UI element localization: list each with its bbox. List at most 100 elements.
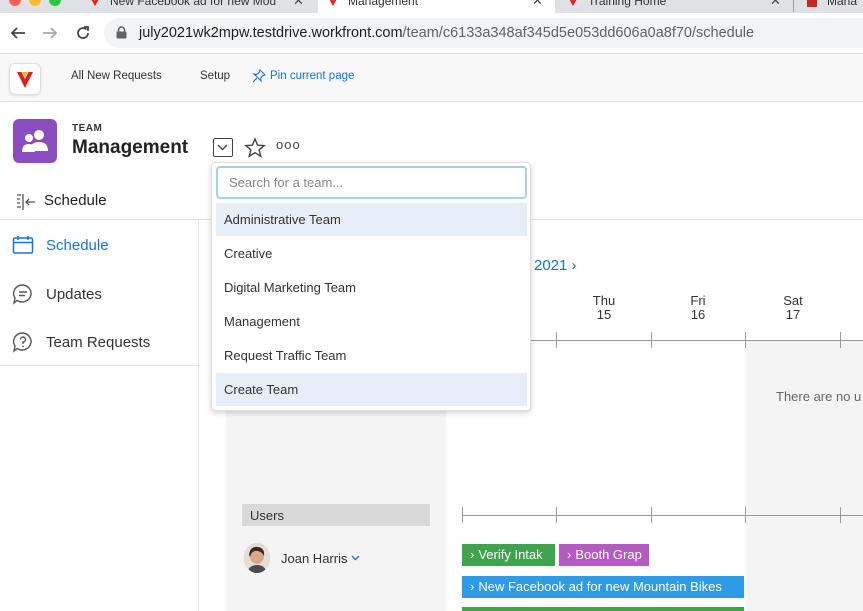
tab-title: New Facebook ad for new Mou — [110, 0, 277, 8]
task-bar[interactable]: › Verify Intak — [462, 544, 555, 566]
team-option[interactable]: Creative — [216, 237, 527, 270]
team-option[interactable]: Management — [216, 305, 527, 338]
team-option[interactable]: Administrative Team — [216, 203, 527, 236]
team-avatar-icon — [13, 119, 57, 163]
tab-title: Mana — [827, 0, 858, 8]
timeline-tick — [745, 332, 746, 348]
day-of-week: Fri — [690, 293, 706, 308]
timeline-tick — [745, 507, 746, 523]
minimize-window-button[interactable] — [29, 0, 41, 6]
chevron-right-icon: › — [470, 579, 475, 594]
day-header: Sat 17 — [763, 294, 823, 322]
create-team-option[interactable]: Create Team — [216, 373, 527, 406]
timeline-tick — [651, 332, 652, 348]
speech-bubble-icon — [12, 284, 32, 305]
left-nav-item-schedule[interactable]: Schedule — [12, 235, 109, 255]
avatar — [244, 543, 270, 573]
question-bubble-icon — [12, 332, 32, 353]
page-title: Management — [72, 137, 189, 158]
next-week-link[interactable]: 2021 › — [534, 257, 577, 274]
chevron-down-icon — [217, 144, 228, 151]
url-field[interactable]: july2021wk2mpw.testdrive.workfront.com/t… — [104, 18, 863, 48]
team-search-input[interactable] — [216, 166, 527, 199]
team-switcher-dropdown: Administrative Team Creative Digital Mar… — [211, 162, 531, 411]
timeline-tick — [840, 332, 841, 348]
timeline-tick — [840, 507, 841, 523]
star-icon[interactable] — [244, 137, 266, 159]
weekend-column — [746, 340, 863, 611]
day-date: 17 — [785, 307, 801, 322]
team-switcher-button[interactable] — [213, 138, 233, 157]
browser-tab[interactable]: New Facebook ad for new Mou ✕ — [80, 0, 312, 13]
back-arrow-icon[interactable] — [10, 25, 26, 44]
day-of-week: Sat — [783, 293, 803, 308]
browser-tab[interactable]: Mana — [797, 0, 863, 13]
task-label: Booth Grap — [575, 547, 642, 562]
pin-current-page-label: Pin current page — [270, 70, 355, 82]
left-nav-label: Team Requests — [46, 333, 151, 351]
left-nav-label: Updates — [46, 285, 102, 303]
address-bar-row: july2021wk2mpw.testdrive.workfront.com/t… — [0, 13, 863, 54]
empty-state-message: There are no u — [776, 389, 862, 404]
workfront-favicon-icon — [569, 0, 577, 6]
tab-close-icon[interactable]: ✕ — [532, 0, 543, 9]
tab-title: Management — [348, 0, 419, 8]
workfront-favicon-icon — [329, 0, 337, 6]
pdf-favicon-icon — [807, 0, 817, 7]
forward-arrow-icon[interactable] — [42, 25, 58, 44]
task-bar[interactable] — [462, 607, 744, 611]
users-heading: Users — [242, 504, 430, 526]
lock-icon — [116, 26, 127, 39]
tab-title: Training Home — [588, 0, 667, 8]
setup-link[interactable]: Setup — [200, 70, 230, 82]
timeline-tick — [556, 332, 557, 348]
left-nav-item-updates[interactable]: Updates — [12, 283, 102, 305]
workfront-favicon-icon — [91, 0, 99, 6]
left-nav-label: Schedule — [46, 236, 109, 254]
browser-tab-active[interactable]: Management ✕ — [318, 0, 555, 13]
timeline-axis — [462, 515, 863, 516]
left-nav: Schedule Updates Team Requests — [0, 221, 199, 611]
collapse-panel-icon[interactable] — [16, 193, 36, 211]
section-title: Schedule — [44, 192, 107, 209]
close-window-button[interactable] — [9, 0, 21, 6]
url-host: july2021wk2mpw.testdrive.workfront.com — [139, 25, 403, 41]
reload-icon[interactable] — [75, 25, 91, 44]
chevron-right-icon: › — [470, 547, 475, 562]
timeline-tick — [462, 507, 463, 523]
pin-current-page-link[interactable]: Pin current page — [252, 69, 354, 83]
calendar-icon — [12, 236, 34, 254]
task-bar[interactable]: › Booth Grap — [559, 544, 649, 566]
pin-icon — [252, 69, 266, 83]
more-options-icon[interactable]: ooo — [276, 137, 301, 152]
workfront-logo-button[interactable] — [9, 63, 41, 95]
divider — [0, 365, 199, 366]
day-header: Fri 16 — [668, 294, 728, 322]
left-nav-item-team-requests[interactable]: Team Requests — [12, 331, 150, 353]
page-kicker: TEAM — [72, 123, 103, 134]
url-text: july2021wk2mpw.testdrive.workfront.com/t… — [139, 25, 754, 41]
workfront-logo-icon — [17, 72, 33, 88]
day-date: 15 — [596, 307, 612, 322]
tab-close-icon[interactable]: ✕ — [770, 0, 781, 9]
timeline-tick — [651, 507, 652, 523]
user-row[interactable]: Joan Harris — [244, 543, 360, 573]
all-new-requests-link[interactable]: All New Requests — [71, 70, 162, 82]
team-option[interactable]: Digital Marketing Team — [216, 271, 527, 304]
chevron-down-icon[interactable] — [351, 553, 360, 564]
maximize-window-button[interactable] — [49, 0, 61, 6]
workfront-top-nav: All New Requests Setup Pin current page — [0, 55, 863, 102]
task-bar[interactable]: › New Facebook ad for new Mountain Bikes — [462, 576, 744, 598]
timeline-tick — [556, 507, 557, 523]
tab-divider — [793, 0, 794, 12]
user-name: Joan Harris — [281, 550, 348, 566]
team-option[interactable]: Request Traffic Team — [216, 339, 527, 372]
chevron-right-icon: › — [567, 547, 572, 562]
day-of-week: Thu — [592, 293, 616, 308]
tab-close-icon[interactable]: ✕ — [293, 0, 304, 9]
url-path: /team/c6133a348af345d5e053dd606a0a8f70/s… — [402, 25, 755, 41]
day-header: Thu 15 — [574, 294, 634, 322]
task-label: Verify Intak — [478, 547, 543, 562]
browser-tab[interactable]: Training Home ✕ — [558, 0, 790, 13]
task-label: New Facebook ad for new Mountain Bikes — [478, 579, 722, 594]
